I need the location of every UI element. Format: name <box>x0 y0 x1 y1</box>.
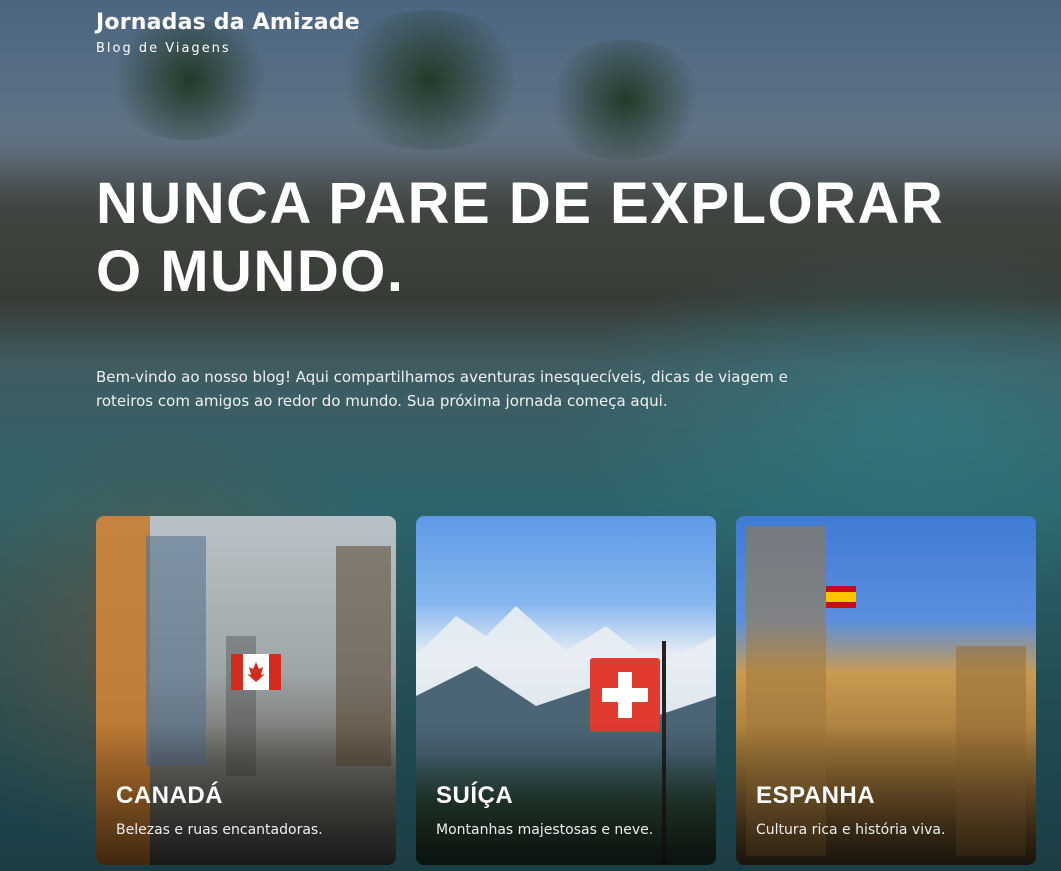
card-title: CANADÁ <box>116 782 223 809</box>
card-description: Belezas e ruas encantadoras. <box>116 822 323 838</box>
switzerland-flag-icon <box>590 658 660 732</box>
brand-title[interactable]: Jornadas da Amizade <box>96 10 360 35</box>
hero-section: Jornadas da Amizade Blog de Viagens NUNC… <box>0 0 1061 871</box>
destination-card-espanha[interactable]: ESPANHA Cultura rica e história viva. <box>736 516 1036 865</box>
brand[interactable]: Jornadas da Amizade Blog de Viagens <box>96 10 360 56</box>
destination-cards: CANADÁ Belezas e ruas encantadoras. SUÍÇ… <box>96 516 1036 865</box>
intro-text: Bem-vindo ao nosso blog! Aqui compartilh… <box>96 368 788 410</box>
destination-card-suica[interactable]: SUÍÇA Montanhas majestosas e neve. <box>416 516 716 865</box>
canada-flag-icon <box>231 654 281 690</box>
background-palm <box>540 40 710 160</box>
background-palm <box>330 10 530 150</box>
card-title: ESPANHA <box>756 782 876 809</box>
destination-card-canada[interactable]: CANADÁ Belezas e ruas encantadoras. <box>96 516 396 865</box>
card-title: SUÍÇA <box>436 782 514 809</box>
card-description: Cultura rica e história viva. <box>756 822 946 838</box>
card-description: Montanhas majestosas e neve. <box>436 822 654 838</box>
page-title: NUNCA PARE DE EXPLORAR O MUNDO. <box>96 171 945 304</box>
spain-flag-icon <box>826 586 856 608</box>
brand-subtitle: Blog de Viagens <box>96 41 231 56</box>
